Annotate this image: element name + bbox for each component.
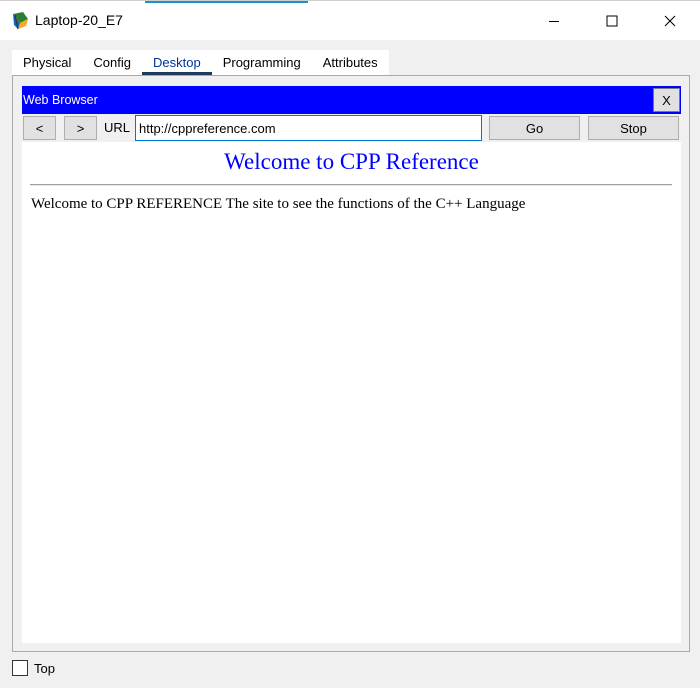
web-browser-app: Web Browser X < > URL Go Stop Welcome to… — [22, 86, 681, 643]
browser-close-button[interactable]: X — [653, 88, 680, 112]
page-content: Welcome to CPP Reference Welcome to CPP … — [22, 142, 681, 643]
url-input[interactable] — [135, 115, 482, 141]
stop-button[interactable]: Stop — [588, 116, 679, 140]
url-label: URL — [104, 120, 131, 135]
tab-attributes[interactable]: Attributes — [312, 50, 389, 75]
page-body-text: Welcome to CPP REFERENCE The site to see… — [31, 196, 526, 212]
title-bar: Laptop-20_E7 — [0, 0, 700, 40]
packet-tracer-app-icon — [11, 11, 31, 31]
tab-config[interactable]: Config — [82, 50, 142, 75]
tab-physical[interactable]: Physical — [12, 50, 82, 75]
tab-desktop[interactable]: Desktop — [142, 50, 212, 75]
app-window: Laptop-20_E7 Physical Config Desktop Pro… — [0, 0, 700, 688]
close-icon — [664, 15, 676, 27]
go-button[interactable]: Go — [489, 116, 580, 140]
page-heading: Welcome to CPP Reference — [224, 149, 479, 174]
minimize-button[interactable] — [525, 1, 583, 41]
minimize-icon — [549, 21, 559, 22]
maximize-button[interactable] — [583, 1, 641, 41]
back-button[interactable]: < — [23, 116, 56, 140]
top-checkbox-label: Top — [34, 661, 55, 676]
desktop-panel: Web Browser X < > URL Go Stop Welcome to… — [12, 75, 690, 652]
tab-programming[interactable]: Programming — [212, 50, 312, 75]
browser-toolbar: < > URL Go Stop — [22, 114, 681, 142]
browser-header: Web Browser X — [22, 86, 681, 114]
close-window-button[interactable] — [641, 1, 699, 41]
window-title: Laptop-20_E7 — [35, 12, 123, 28]
accent-strip — [145, 1, 308, 3]
browser-title: Web Browser — [23, 93, 98, 107]
maximize-icon — [606, 15, 618, 27]
top-checkbox[interactable] — [12, 660, 28, 676]
tab-bar: Physical Config Desktop Programming Attr… — [12, 50, 389, 75]
forward-button[interactable]: > — [64, 116, 97, 140]
horizontal-rule — [30, 184, 672, 186]
